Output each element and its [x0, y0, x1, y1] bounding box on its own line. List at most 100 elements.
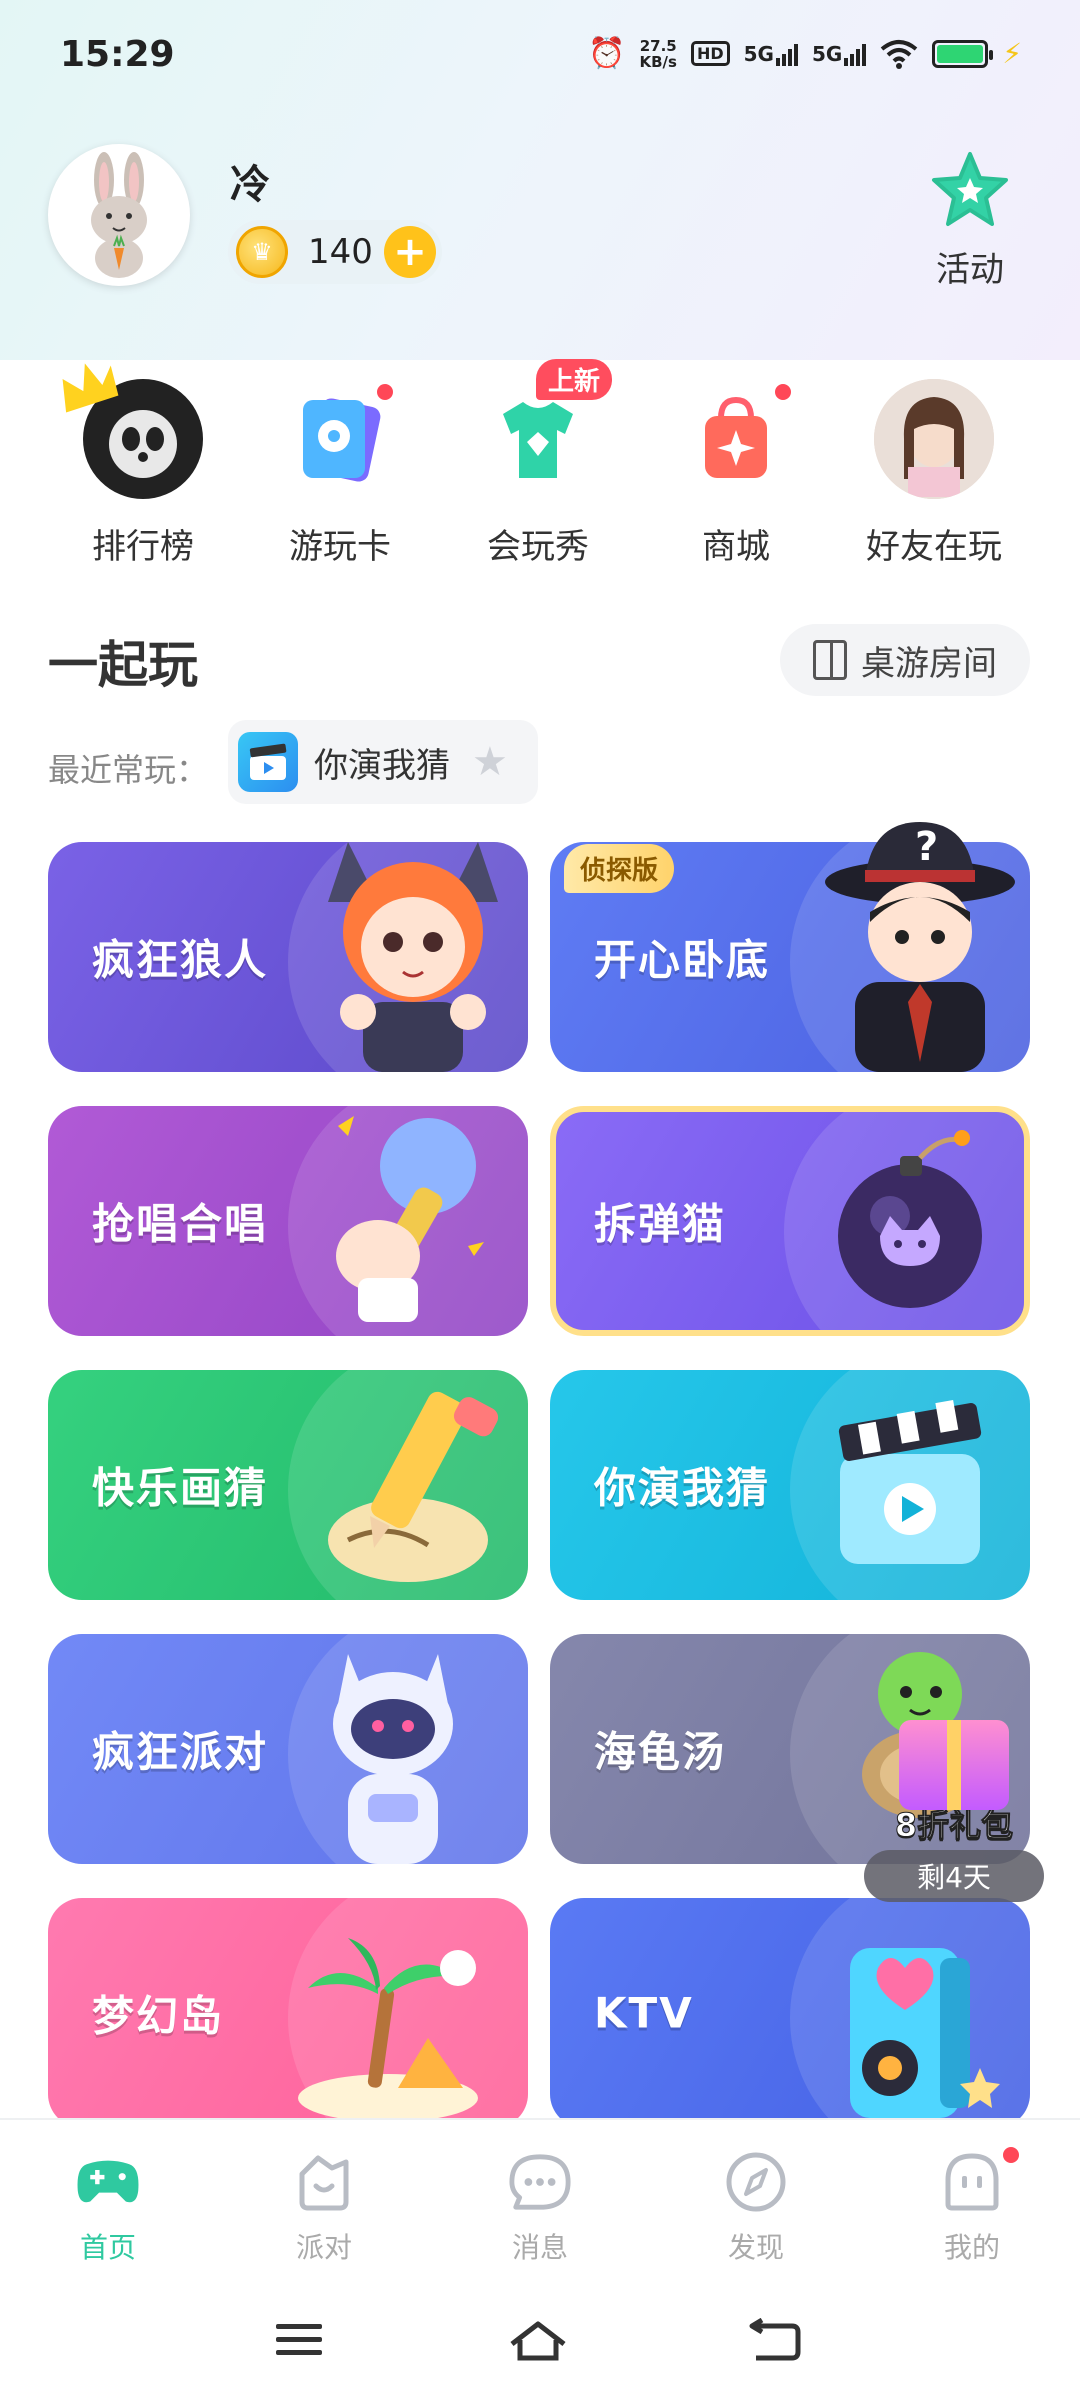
activity-label: 活动 — [936, 250, 1004, 290]
home-icon[interactable] — [508, 2318, 568, 2368]
island-icon — [298, 1938, 478, 2122]
pencil-icon — [328, 1391, 498, 1582]
recent-game-name: 你演我猜 — [314, 745, 450, 786]
game-card-undercover[interactable]: ? 侦探版 开心卧底 — [550, 822, 1030, 1072]
game-card-dream-island[interactable]: 梦幻岛 — [48, 1898, 528, 2128]
clapperboard-icon — [238, 732, 298, 792]
board-game-room-button[interactable]: 桌游房间 — [780, 624, 1030, 696]
door-icon — [813, 640, 847, 680]
wifi-icon — [881, 39, 918, 69]
card-title: 疯狂派对 — [92, 1727, 269, 1777]
back-icon[interactable] — [748, 2318, 804, 2364]
quick-item-friends-playing[interactable]: 好友在玩 — [844, 365, 1024, 568]
shopping-bag-icon — [676, 379, 796, 499]
room-button-label: 桌游房间 — [861, 643, 997, 684]
quick-item-playcard[interactable]: 游玩卡 — [250, 365, 430, 568]
section-title: 一起玩 — [48, 636, 198, 694]
system-navigation-bar — [0, 2290, 1080, 2400]
quick-label: 排行榜 — [92, 527, 194, 567]
ghost-face-icon — [940, 2144, 1022, 2214]
game-card-bomb-cat[interactable]: 拆弹猫 — [550, 1106, 1030, 1336]
recent-game-chip[interactable]: 你演我猜 ★ — [228, 720, 538, 804]
card-title: 拆弹猫 — [594, 1199, 727, 1249]
notification-dot — [374, 381, 396, 403]
game-card-werewolf[interactable]: 疯狂狼人 — [48, 842, 528, 1072]
tab-label: 我的 — [943, 2231, 1000, 2264]
gamepad-icon — [76, 2150, 140, 2214]
quick-item-ranking[interactable]: 排行榜 — [53, 363, 233, 568]
card-title: 疯狂狼人 — [92, 935, 269, 985]
clapperboard-icon — [838, 1400, 982, 1564]
notification-dot — [772, 381, 794, 403]
quick-label: 好友在玩 — [866, 527, 1002, 567]
robot-cat-icon — [333, 1654, 453, 1864]
speed-value: 27.5 — [639, 36, 677, 55]
new-badge: 上新 — [536, 359, 613, 400]
quick-entries: 排行榜 游玩卡 上新 会玩秀 商城 好友在玩 — [0, 359, 1080, 568]
game-card-ktv[interactable]: KTV — [550, 1898, 1030, 2128]
hd-icon: HD — [690, 41, 730, 66]
friend-avatar — [874, 379, 994, 499]
card-title: 海龟汤 — [594, 1727, 727, 1777]
coin-balance[interactable]: ♛ 140 + — [228, 220, 442, 284]
gift-pack-promo[interactable]: 8折礼包 剩4天 — [864, 1720, 1044, 1902]
tab-messages[interactable]: 消息 — [432, 2120, 648, 2290]
gift-box-icon — [899, 1720, 1009, 1810]
quick-item-show[interactable]: 上新 会玩秀 — [448, 359, 628, 568]
net2-label: 5G — [811, 41, 843, 66]
network-speed: 27.5 KB/s — [640, 38, 677, 70]
game-card-chorus[interactable]: 抢唱合唱 — [48, 1106, 528, 1336]
girl-avatar-icon — [874, 379, 994, 499]
status-time: 15:29 — [60, 34, 175, 75]
tab-me[interactable]: 我的 — [864, 2120, 1080, 2290]
add-coins-button[interactable]: + — [384, 226, 436, 278]
star-icon — [932, 152, 1008, 226]
recent-label: 最近常玩： — [48, 751, 209, 789]
party-icon — [292, 2150, 356, 2214]
tab-label: 派对 — [295, 2231, 352, 2264]
card-title: 开心卧底 — [594, 935, 771, 985]
quick-item-shop[interactable]: 商城 — [646, 365, 826, 568]
tab-discover[interactable]: 发现 — [648, 2120, 864, 2290]
crown-icon — [62, 363, 119, 413]
promo-days-left: 剩4天 — [864, 1850, 1044, 1902]
tab-label: 发现 — [727, 2231, 784, 2264]
bunny-avatar-icon — [91, 152, 147, 278]
game-card-draw-guess[interactable]: 快乐画猜 — [48, 1370, 528, 1600]
favorite-star-icon[interactable]: ★ — [472, 739, 508, 785]
bottom-nav: 首页 派对 消息 发现 我的 — [0, 2118, 1080, 2290]
coin-count: 140 — [308, 232, 373, 272]
notification-dot — [1000, 2144, 1022, 2166]
chat-bubble-icon — [508, 2150, 572, 2214]
quick-label: 游玩卡 — [289, 527, 391, 567]
tab-party[interactable]: 派对 — [216, 2120, 432, 2290]
alarm-icon: ⏰ — [588, 36, 626, 71]
quick-label: 商城 — [702, 527, 770, 567]
detective-icon: ? — [825, 822, 1015, 1072]
microphone-icon — [336, 1116, 484, 1322]
card-title: 梦幻岛 — [92, 1991, 225, 2041]
game-card-act-guess[interactable]: 你演我猜 — [550, 1370, 1030, 1600]
card-title: 抢唱合唱 — [92, 1199, 269, 1249]
card-tag: 侦探版 — [564, 844, 675, 893]
status-bar: 15:29 ⏰ 27.5 KB/s HD 5G 5G ⚡ — [0, 0, 1080, 110]
svg-text:?: ? — [915, 824, 938, 870]
game-card-crazy-party[interactable]: 疯狂派对 — [48, 1634, 528, 1864]
bomb-icon — [838, 1130, 982, 1308]
username: 冷 — [230, 162, 270, 208]
tab-home[interactable]: 首页 — [0, 2120, 216, 2290]
signal-2-icon: 5G — [811, 41, 867, 66]
charging-icon: ⚡ — [1002, 37, 1022, 70]
speaker-icon — [850, 1948, 1000, 2118]
user-avatar[interactable] — [48, 144, 190, 286]
werewolf-girl-icon — [328, 842, 498, 1072]
card-title: 你演我猜 — [594, 1463, 771, 1513]
card-title: 快乐画猜 — [92, 1463, 269, 1513]
status-icons: ⏰ 27.5 KB/s HD 5G 5G ⚡ — [588, 36, 1022, 71]
playcard-icon — [280, 379, 400, 499]
menu-icon[interactable] — [272, 2318, 328, 2362]
tab-label: 消息 — [511, 2231, 568, 2264]
net1-label: 5G — [743, 41, 774, 66]
tab-label: 首页 — [79, 2231, 136, 2264]
activity-entry[interactable]: 活动 — [920, 150, 1020, 291]
